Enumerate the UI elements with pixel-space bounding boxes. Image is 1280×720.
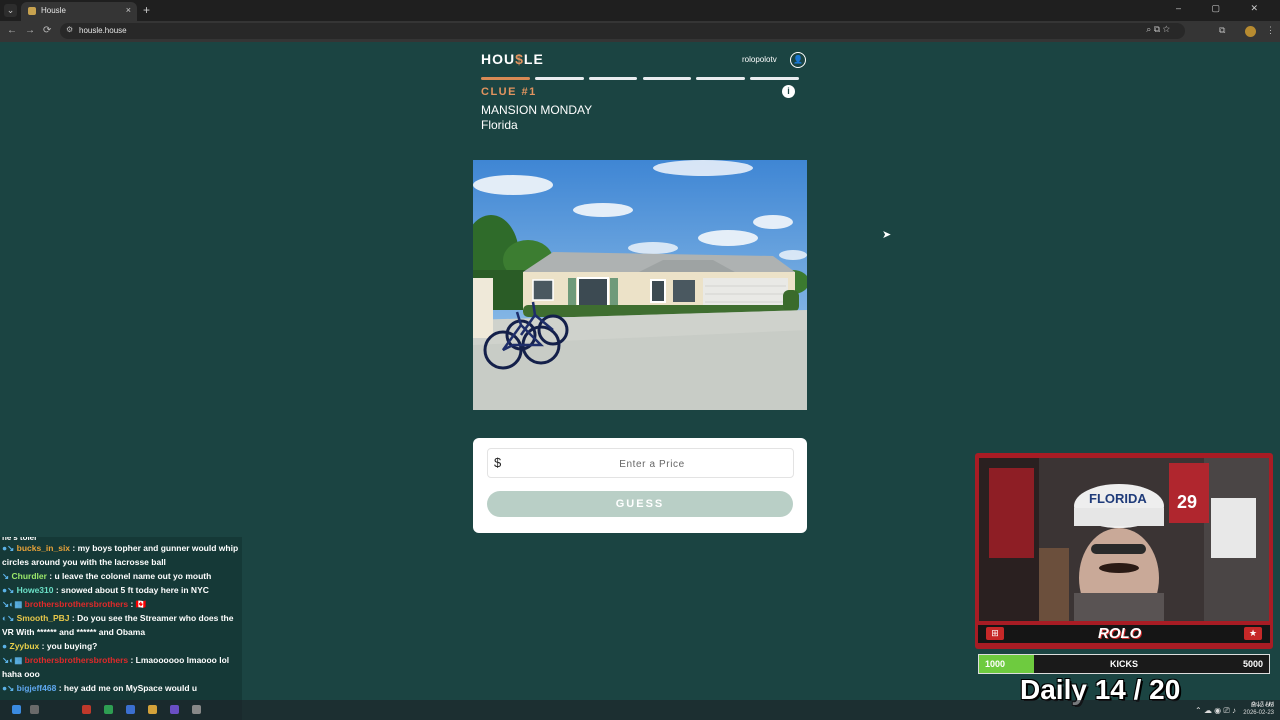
tab-title: Housle: [41, 6, 66, 15]
mouse-cursor-icon: ➤: [882, 229, 892, 241]
clock-date: 2026-02-23: [1243, 710, 1274, 716]
emblem-icon: ⊞: [986, 627, 1004, 640]
streamer-logo: ROLO: [1098, 625, 1142, 642]
location-label: Florida: [481, 118, 518, 132]
start-icon[interactable]: [12, 705, 21, 714]
tab-close-icon[interactable]: ×: [126, 5, 131, 15]
chat-username[interactable]: Howe310: [17, 585, 54, 595]
clue-label: CLUE #1: [481, 86, 537, 98]
tab-housle[interactable]: Housle ×: [21, 2, 137, 21]
goal-max: 5000: [1242, 659, 1263, 669]
username[interactable]: rolopolotv: [742, 55, 777, 64]
kicks-goal-bar: 1000 KICKS 5000: [978, 654, 1270, 674]
search-icon[interactable]: [30, 705, 39, 714]
guess-card: $ GUESS: [473, 438, 807, 533]
svg-text:FLORIDA: FLORIDA: [1089, 491, 1147, 506]
chat-text: : u leave the colonel name out yo mouth: [46, 571, 212, 581]
app-icon[interactable]: [126, 705, 135, 714]
os-taskbar: ⌃ ☁ ◉ ⎚ ♪ ENG US 9:17 AM 2026-02-23: [0, 700, 1280, 720]
guess-button[interactable]: GUESS: [487, 491, 793, 517]
chat-username[interactable]: Smooth_PBJ: [17, 613, 70, 623]
chat-username[interactable]: Zyybux: [10, 641, 40, 651]
chat-username[interactable]: brothersbrothersbrothers: [25, 655, 128, 665]
chat-message: ↘ Churdler : u leave the colonel name ou…: [0, 569, 242, 583]
price-field[interactable]: $: [487, 448, 794, 478]
forward-icon[interactable]: →: [25, 25, 35, 36]
tab-search-button[interactable]: ⌄: [4, 4, 17, 17]
address-bar-icons[interactable]: ⌕ ⧉ ☆: [1146, 24, 1170, 35]
chat-badge-icon: ●↘: [2, 683, 15, 693]
profile-avatar[interactable]: [1245, 26, 1256, 37]
chat-badge-icon: ●↘: [2, 585, 15, 595]
app-icon[interactable]: [82, 705, 91, 714]
logo-dollar: $: [515, 51, 524, 67]
back-icon[interactable]: ←: [7, 25, 17, 36]
chat-username[interactable]: brothersbrothersbrothers: [25, 599, 128, 609]
progress-segment: [534, 77, 584, 80]
housle-logo[interactable]: HOU$LE: [481, 51, 544, 67]
url-field[interactable]: ⚙ housle.house: [60, 23, 1185, 39]
chat-badge-icon: ↘◐▦: [2, 655, 23, 665]
star-icon: ★: [1244, 627, 1262, 640]
svg-text:29: 29: [1177, 492, 1197, 512]
theme-title: MANSION MONDAY: [481, 103, 593, 117]
chat-message: ●↘ Howe310 : snowed about 5 ft today her…: [0, 583, 242, 597]
chat-text: : 🇨🇦: [128, 599, 147, 609]
housle-favicon-icon: [28, 7, 36, 15]
chat-badge-icon: ↘: [2, 571, 10, 581]
user-icon[interactable]: 👤: [790, 52, 806, 68]
clue-progress-bar: [481, 77, 799, 80]
goal-label: KICKS: [1109, 659, 1138, 669]
window-controls[interactable]: – ▢ ✕: [1176, 3, 1272, 14]
chat-message: ●↘ bucks_in_six : my boys topher and gun…: [0, 541, 242, 569]
chat-text: : you buying?: [39, 641, 98, 651]
chat-message: ● Zyybux : you buying?: [0, 639, 242, 653]
progress-segment: [750, 77, 799, 80]
chat-text: : snowed about 5 ft today here in NYC: [53, 585, 209, 595]
reload-icon[interactable]: ⟳: [43, 25, 51, 36]
chrome-icon[interactable]: [104, 705, 113, 714]
stream-chat: he's toler ●↘ bucks_in_six : my boys top…: [0, 537, 242, 720]
chat-username[interactable]: bucks_in_six: [17, 543, 70, 553]
logo-suffix: LE: [523, 51, 544, 67]
progress-segment: [696, 77, 746, 80]
browser-tab-bar: ⌄ Housle × + – ▢ ✕: [0, 0, 1280, 21]
tray-icons[interactable]: ⌃ ☁ ◉ ⎚ ♪: [1195, 706, 1236, 716]
chat-message: ↘◐▦ brothersbrothersbrothers : 🇨🇦: [0, 597, 242, 611]
webcam-overlay: 29 FLORIDA ⊞ ROLO ★: [975, 453, 1273, 649]
chat-badge-icon: ↘◐▦: [2, 599, 23, 609]
chat-text: : hey add me on MySpace would u: [56, 683, 198, 693]
webcam-nameplate: ⊞ ROLO ★: [978, 625, 1270, 643]
browser-address-bar: ← → ⟳ ⚙ housle.house ⌕ ⧉ ☆ ⧉ ⋮: [0, 21, 1280, 42]
chat-message: ↘◐▦ brothersbrothersbrothers : Lmaoooooo…: [0, 653, 242, 681]
chat-username[interactable]: Churdler: [12, 571, 47, 581]
chat-message: ●↘ bigjeff468 : hey add me on MySpace wo…: [0, 681, 242, 695]
url-text[interactable]: housle.house: [79, 26, 127, 35]
chat-badge-icon: ●↘: [2, 543, 15, 553]
chat-message: ◐↘ Smooth_PBJ : Do you see the Streamer …: [0, 611, 242, 639]
info-icon[interactable]: i: [782, 85, 795, 98]
progress-segment: [588, 77, 638, 80]
progress-segment: [481, 77, 530, 80]
folder-icon[interactable]: [148, 705, 157, 714]
clock[interactable]: 9:17 AM 2026-02-23: [1243, 701, 1274, 717]
logo-prefix: HOU: [481, 51, 516, 67]
extensions-icon[interactable]: ⧉: [1219, 25, 1225, 36]
currency-symbol: $: [494, 455, 502, 470]
clock-time: 9:17 AM: [1251, 702, 1274, 708]
app-icon[interactable]: [170, 705, 179, 714]
price-input[interactable]: [510, 453, 794, 475]
app-icon[interactable]: [192, 705, 201, 714]
chat-badge-icon: ◐↘: [2, 613, 15, 623]
house-photo: [473, 160, 807, 410]
chat-username[interactable]: bigjeff468: [17, 683, 57, 693]
new-tab-button[interactable]: +: [143, 3, 150, 17]
browser-menu-icon[interactable]: ⋮: [1266, 25, 1275, 36]
progress-segment: [642, 77, 692, 80]
chat-badge-icon: ●: [2, 641, 8, 651]
webcam-feed: 29 FLORIDA: [979, 458, 1269, 621]
site-info-icon[interactable]: ⚙: [66, 25, 73, 34]
